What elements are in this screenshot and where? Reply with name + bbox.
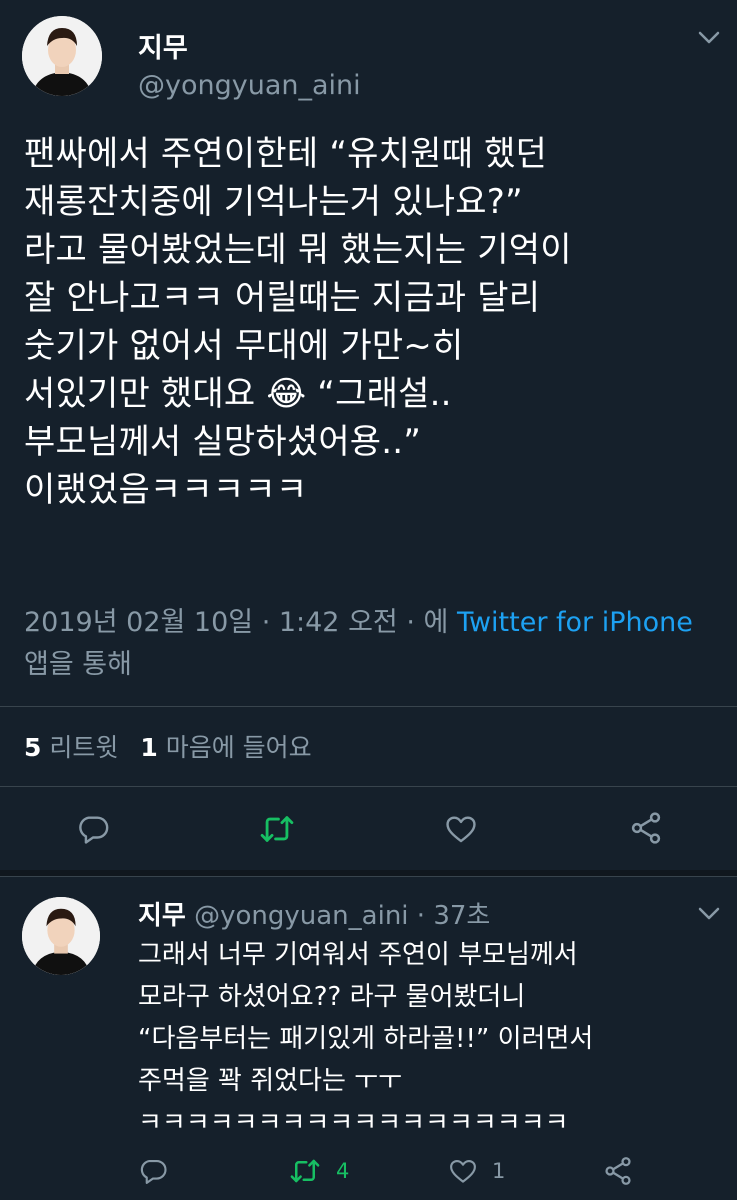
reply-button[interactable] (138, 1156, 168, 1186)
share-button[interactable] (602, 1155, 634, 1187)
tweet-text: 팬싸에서 주연이한테 “유치원때 했던 재롱잔치중에 기억나는거 있나요?” 라… (24, 134, 572, 510)
reply-text: 그래서 너무 기여워서 주연이 부모님께서 모라구 하셨어요?? 라구 물어봤더… (138, 940, 594, 1138)
like-button[interactable]: 1 (448, 1156, 505, 1186)
author-name[interactable]: 지무 (138, 26, 188, 65)
retweet-count: 5 (24, 733, 42, 762)
retweet-label: 리트윗 (49, 733, 119, 762)
reply-time[interactable]: · 37초 (409, 901, 491, 931)
source-suffix: 앱을 통해 (24, 649, 132, 680)
like-icon (450, 1159, 476, 1183)
source-link[interactable]: Twitter for iPhone (457, 607, 693, 638)
reply-icon (140, 1159, 167, 1184)
retweet-button[interactable]: 4 (288, 1156, 349, 1186)
retweet-icon (260, 816, 294, 842)
reply-button[interactable] (76, 812, 110, 846)
chevron-down-icon[interactable] (696, 28, 722, 48)
retweets-stat[interactable]: 5 리트윗 (24, 733, 118, 762)
share-button[interactable] (628, 810, 664, 846)
like-button[interactable] (444, 812, 478, 846)
divider (0, 786, 737, 787)
reply-icon (79, 816, 109, 844)
avatar[interactable] (22, 897, 100, 975)
author-handle[interactable]: @yongyuan_aini (138, 70, 361, 101)
like-count: 1 (140, 733, 158, 762)
likes-stat[interactable]: 1 마음에 들어요 (140, 733, 311, 762)
timestamp[interactable]: 2019년 02월 10일 · 1:42 오전 · 에 (24, 607, 457, 638)
like-label: 마음에 들어요 (165, 733, 312, 762)
tweet-meta: 2019년 02월 10일 · 1:42 오전 · 에 Twitter for … (24, 602, 714, 686)
divider (0, 876, 737, 877)
reply-header: 지무 @yongyuan_aini · 37초 (138, 895, 490, 932)
like-icon (446, 816, 476, 843)
retweet-icon (290, 1159, 320, 1183)
chevron-down-icon[interactable] (696, 904, 722, 924)
reply-author-name[interactable]: 지무 (138, 901, 186, 931)
divider (0, 706, 737, 707)
retweet-button[interactable] (258, 812, 296, 846)
reply-like-count: 1 (492, 1159, 506, 1183)
avatar[interactable] (22, 16, 102, 96)
share-icon (631, 812, 661, 844)
reply-author-handle[interactable]: @yongyuan_aini (194, 901, 408, 931)
share-icon (605, 1157, 631, 1185)
reply-retweet-count: 4 (336, 1159, 350, 1183)
engagement-stats: 5 리트윗 1 마음에 들어요 (24, 728, 312, 764)
